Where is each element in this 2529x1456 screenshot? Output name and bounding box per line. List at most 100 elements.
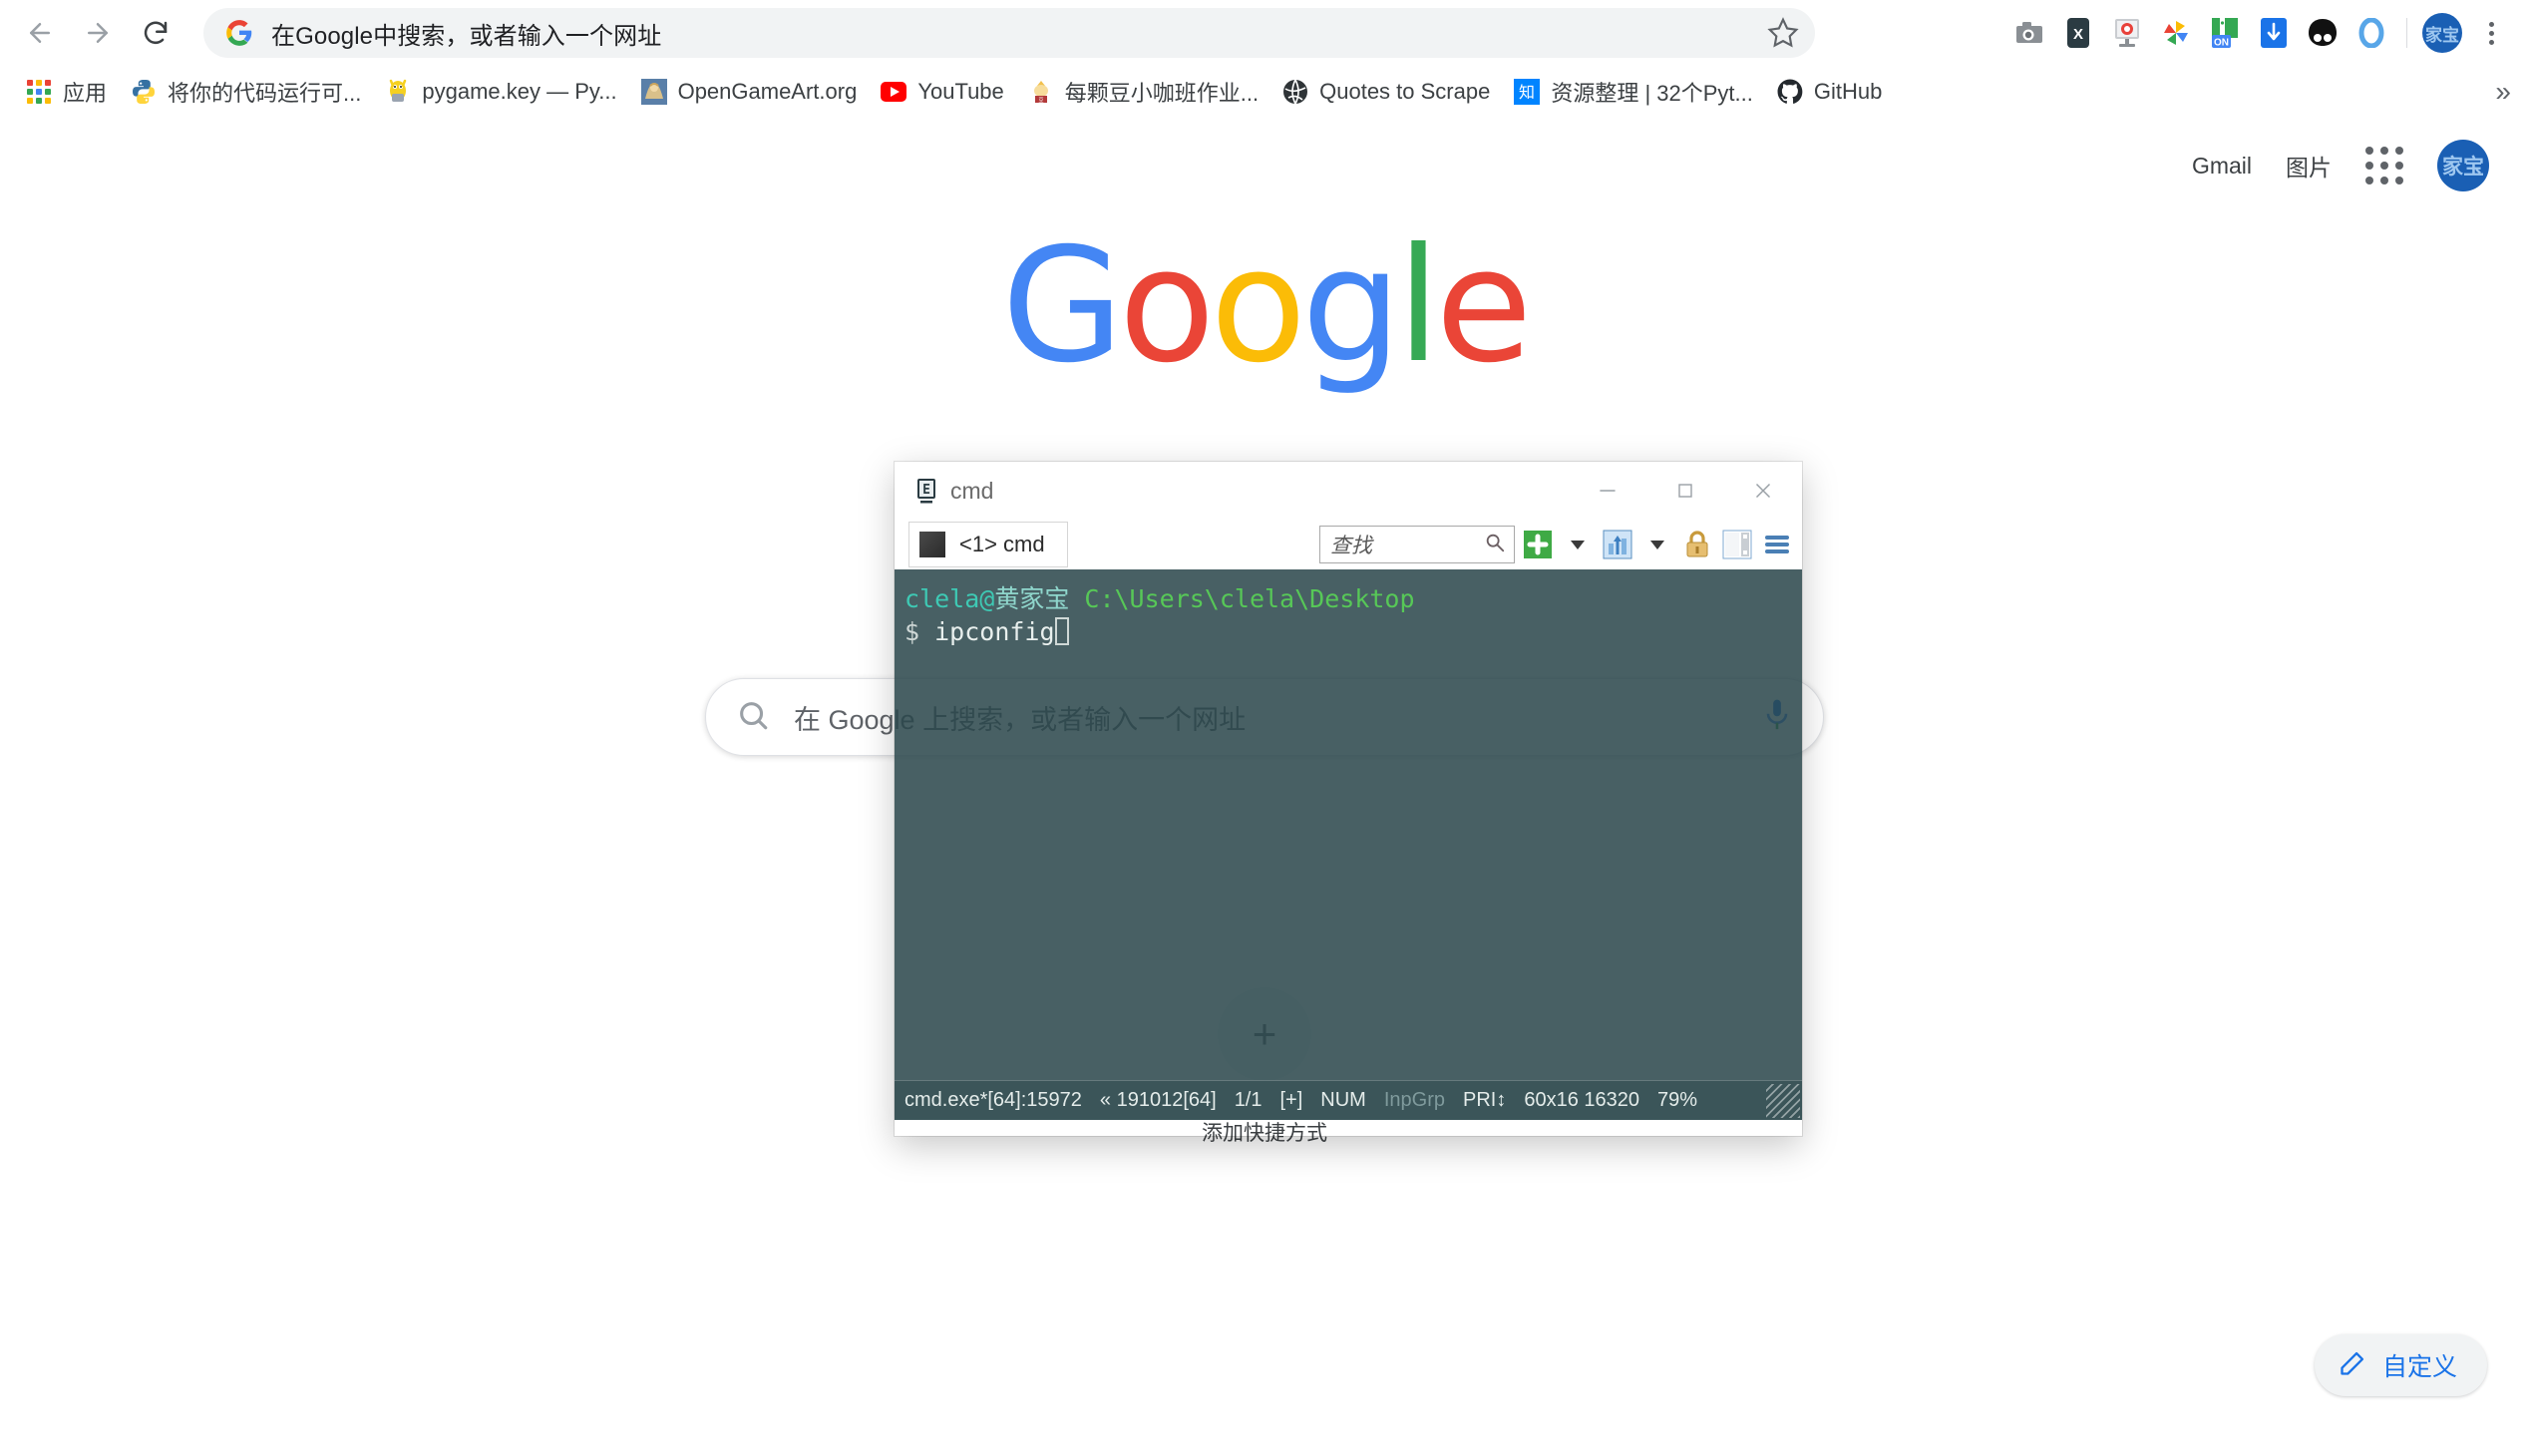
close-button[interactable] [1724,462,1802,520]
terminal-prompt-host: 黄家宝 [994,584,1070,613]
status-inpgrp: InpGrp [1383,1089,1445,1111]
chevron-down-icon [1650,540,1664,549]
bookmark-label: pygame.key — Py... [422,78,617,104]
terminal-command-line: $ ipconfig [904,616,1802,649]
apps-grid-icon [26,79,52,105]
toolbar-divider [2406,18,2407,48]
svg-text:知: 知 [1519,83,1535,102]
status-tabs: 1/1 [1234,1089,1263,1111]
resize-grip[interactable] [1766,1084,1800,1118]
bookmark-item-quotes[interactable]: Quotes to Scrape [1270,73,1502,111]
window-controls [1569,462,1802,520]
google-logo-letter: o [1118,214,1216,398]
svg-text:X: X [2073,26,2083,43]
terminal-dollar: $ [904,616,920,646]
status-size: 60x16 16320 [1524,1089,1640,1111]
bookmark-label: Quotes to Scrape [1319,78,1491,104]
bookmark-item-youtube[interactable]: YouTube [869,73,1015,111]
gmail-link[interactable]: Gmail [2192,153,2252,180]
search-icon [736,698,770,737]
maximize-button[interactable] [1646,462,1724,520]
status-num: NUM [1320,1089,1366,1111]
bookmark-label: GitHub [1813,78,1883,104]
new-console-dropdown[interactable] [1561,528,1595,561]
terminal-tab-label: <1> cmd [959,532,1045,556]
terminal-title-bar[interactable]: E cmd [895,462,1802,520]
split-panel-button[interactable] [1720,528,1754,561]
terminal-prompt-line: clela@黄家宝 C:\Users\clela\Desktop [904,583,1802,616]
google-apps-grid-icon[interactable] [2365,147,2403,184]
avatar: 家宝 [2422,13,2462,53]
customize-label: 自定义 [2381,1353,2457,1381]
bookmark-item-meikedou[interactable]: 豆 每颗豆小咖班作业... [1016,70,1270,114]
bookmark-label: OpenGameArt.org [677,78,858,104]
restart-dropdown[interactable] [1640,528,1674,561]
python-icon [131,79,157,105]
terminal-toolbar: <1> cmd 查找 [895,520,1802,569]
bookmark-label: 应用 [63,80,108,106]
navigation-buttons [0,7,181,59]
blue-ring-icon[interactable] [2349,11,2393,55]
bookmark-label: 每颗豆小咖班作业... [1064,80,1260,106]
bookmark-item-apps[interactable]: 应用 [14,70,119,114]
monitor-recorder-icon[interactable] [2105,11,2149,55]
status-process: cmd.exe*[64]:15972 [904,1089,1082,1111]
bookmark-item-zhihu[interactable]: 知 资源整理 | 32个Pyt... [1502,70,1765,114]
omnibox[interactable]: 在Google中搜索，或者输入一个网址 [203,8,1815,58]
adblock-on-icon[interactable]: ON [2203,11,2247,55]
ntp-avatar[interactable]: 家宝 [2437,140,2489,191]
reload-button[interactable] [130,7,181,59]
find-input[interactable]: 查找 [1319,526,1515,563]
hamburger-menu-button[interactable] [1760,528,1794,561]
new-console-button[interactable] [1521,528,1555,561]
screenshot-camera-icon[interactable] [2007,11,2051,55]
zhihu-icon: 知 [1514,78,1541,105]
status-pri: PRI↕ [1463,1089,1507,1111]
bookmark-label: YouTube [917,78,1004,104]
svg-text:ON: ON [2214,38,2229,49]
terminal-title: cmd [950,477,994,504]
terminal-prompt-user: clela@ [904,584,995,613]
bookmark-item-opengameart[interactable]: OpenGameArt.org [629,73,870,111]
bookmark-item-pygame[interactable]: pygame.key — Py... [373,73,628,111]
pinwheel-icon[interactable] [2154,11,2198,55]
youtube-icon [881,79,907,105]
google-logo-letter: g [1301,214,1401,398]
pygame-icon [385,79,411,105]
conemu-icon: E [912,477,940,505]
browser-toolbar: 在Google中搜索，或者输入一个网址 X ON 家宝 [0,0,2529,66]
conemu-terminal-window[interactable]: E cmd <1> cmd 查找 clela@黄家宝 C:\Users\clel… [895,462,1802,1136]
magnifier-icon[interactable] [1484,532,1506,558]
github-icon [1777,79,1803,105]
google-logo: Google [995,227,1534,385]
profile-avatar-button[interactable]: 家宝 [2420,11,2464,55]
find-placeholder: 查找 [1330,534,1372,557]
back-button[interactable] [14,7,66,59]
bookmarks-overflow-button[interactable]: » [2495,76,2511,108]
images-link[interactable]: 图片 [2286,149,2332,182]
terminal-tab[interactable]: <1> cmd [908,522,1068,567]
restart-button[interactable] [1601,528,1634,561]
forward-button[interactable] [72,7,124,59]
svg-text:E: E [922,483,930,498]
status-build: « 191012[64] [1099,1089,1217,1111]
bookmark-label: 将你的代码运行可... [168,80,362,106]
black-oval-icon[interactable] [2301,11,2345,55]
svg-text:豆: 豆 [1038,98,1043,104]
download-blue-icon[interactable] [2252,11,2296,55]
google-logo-letter: l [1396,214,1440,398]
bookmark-item-github[interactable]: GitHub [1765,73,1894,111]
lock-button[interactable] [1680,528,1714,561]
terminal-console[interactable]: clela@黄家宝 C:\Users\clela\Desktop $ ipcon… [895,569,1802,1080]
customize-button[interactable]: 自定义 [2314,1334,2487,1396]
status-zoom: 79% [1657,1089,1698,1111]
status-flag: [+] [1279,1089,1303,1111]
google-logo-letter: o [1210,214,1307,398]
bookmark-item-python[interactable]: 将你的代码运行可... [119,70,373,114]
chrome-menu-button[interactable] [2469,11,2513,55]
console-thumbnail-icon [919,532,945,557]
x-extension-icon[interactable]: X [2056,11,2100,55]
three-dot-menu-icon [2488,21,2494,45]
minimize-button[interactable] [1569,462,1646,520]
star-icon[interactable] [1767,17,1799,49]
